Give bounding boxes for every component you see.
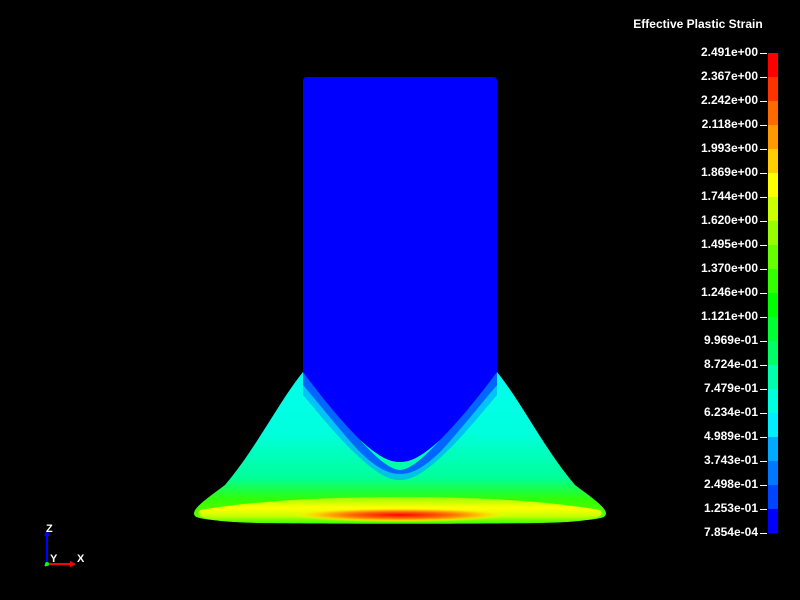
legend-tick	[760, 413, 767, 414]
legend-tick	[760, 317, 767, 318]
legend-color-segment	[768, 341, 778, 365]
legend-tick	[760, 77, 767, 78]
legend-tick	[760, 245, 767, 246]
legend-color-segment	[768, 149, 778, 173]
legend-color-segment	[768, 221, 778, 245]
legend-tick	[760, 149, 767, 150]
legend-color-segment	[768, 53, 778, 77]
legend-tick	[760, 365, 767, 366]
legend-color-segment	[768, 245, 778, 269]
legend-color-segment	[768, 269, 778, 293]
legend-value-label: 4.989e-01	[703, 429, 758, 443]
column-body	[303, 77, 497, 462]
legend-tick	[760, 293, 767, 294]
legend-title: Effective Plastic Strain	[633, 17, 763, 31]
legend-value-label: 1.246e+00	[700, 285, 758, 299]
legend-color-segment	[768, 509, 778, 533]
legend-color-bar	[768, 53, 778, 533]
legend-color-segment	[768, 77, 778, 101]
legend-value-label: 1.744e+00	[700, 189, 758, 203]
legend-value-label: 2.242e+00	[700, 93, 758, 107]
legend-value-label: 1.370e+00	[700, 261, 758, 275]
x-axis-arrow	[70, 561, 76, 567]
y-axis-label: Y	[50, 553, 58, 565]
axis-triad	[44, 530, 76, 567]
legend-tick	[760, 269, 767, 270]
legend-tick	[760, 485, 767, 486]
legend-tick	[760, 221, 767, 222]
legend-value-label: 9.969e-01	[703, 333, 758, 347]
legend-value-label: 2.367e+00	[700, 69, 758, 83]
legend-color-segment	[768, 125, 778, 149]
legend-tick	[760, 53, 767, 54]
legend-value-label: 1.869e+00	[700, 165, 758, 179]
legend-value-label: 1.121e+00	[700, 309, 758, 323]
legend-tick	[760, 509, 767, 510]
legend-color-segment	[768, 413, 778, 437]
legend-color-segment	[768, 317, 778, 341]
legend-tick	[760, 101, 767, 102]
legend-color-segment	[768, 293, 778, 317]
legend-value-label: 8.724e-01	[703, 357, 758, 371]
legend-color-segment	[768, 485, 778, 509]
legend-value-label: 1.253e-01	[703, 501, 758, 515]
legend-color-segment	[768, 461, 778, 485]
legend-color-segment	[768, 365, 778, 389]
legend-value-label: 3.743e-01	[703, 453, 758, 467]
legend-color-segment	[768, 173, 778, 197]
legend-value-label: 1.993e+00	[700, 141, 758, 155]
peak-strain-zone	[290, 508, 510, 522]
legend-tick	[760, 125, 767, 126]
legend-tick	[760, 173, 767, 174]
legend-tick	[760, 389, 767, 390]
legend-value-label: 2.491e+00	[700, 45, 758, 59]
legend-value-label: 1.620e+00	[700, 213, 758, 227]
legend-color-segment	[768, 389, 778, 413]
legend-tick	[760, 461, 767, 462]
legend-value-label: 7.479e-01	[703, 381, 758, 395]
x-axis-label: X	[77, 553, 85, 565]
legend-color-segment	[768, 101, 778, 125]
graphics-viewport[interactable]: Effective Plastic Strain 2.491e+00 2.367e…	[0, 0, 800, 600]
legend-tick	[760, 437, 767, 438]
z-axis-label: Z	[46, 523, 53, 535]
legend-value-label: 6.234e-01	[703, 405, 758, 419]
legend-tick	[760, 341, 767, 342]
legend-value-label: 2.498e-01	[703, 477, 758, 491]
legend-color-segment	[768, 197, 778, 221]
legend-value-label: 7.854e-04	[703, 525, 758, 539]
legend-color-segment	[768, 437, 778, 461]
legend-value-label: 1.495e+00	[700, 237, 758, 251]
legend-tick	[760, 197, 767, 198]
legend-value-label: 2.118e+00	[701, 117, 758, 131]
legend-tick	[760, 533, 767, 534]
triad-origin	[45, 562, 49, 566]
